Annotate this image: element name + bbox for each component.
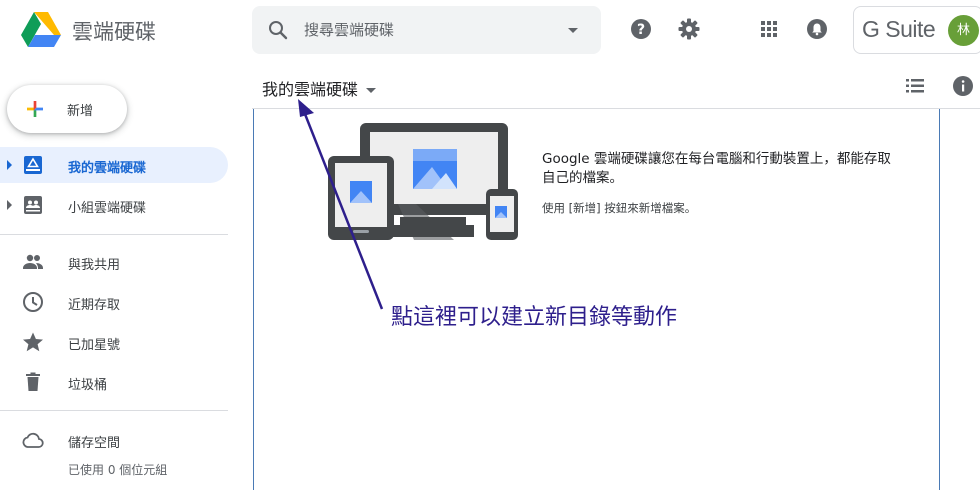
empty-state-message: Google 雲端硬碟讓您在每台電腦和行動裝置上，都能存取自己的檔案。 [542,151,891,186]
trash-icon [21,370,45,394]
shared-people-icon [21,250,45,274]
clock-icon [21,290,45,314]
sidebar-item-label: 垃圾桶 [68,378,108,393]
sidebar-item-my-drive[interactable]: 我的雲端硬碟 [0,147,228,183]
notifications-bell-icon[interactable] [805,17,829,41]
settings-gear-icon[interactable] [677,17,701,41]
search-icon[interactable] [266,18,290,46]
sidebar-item-trash[interactable]: 垃圾桶 [0,364,228,400]
app-title: 雲端硬碟 [72,20,156,44]
sidebar-item-team-drives[interactable]: 小組雲端硬碟 [0,187,228,223]
svg-text:?: ? [637,22,645,38]
avatar[interactable]: 林 [948,15,979,46]
sidebar-item-label: 儲存空間 [68,436,121,451]
list-view-icon[interactable] [903,74,927,98]
search-bar[interactable] [252,6,601,54]
info-icon[interactable] [951,74,975,98]
drive-logo-icon[interactable] [21,12,61,52]
star-icon [21,330,45,354]
plus-icon [23,97,47,125]
gsuite-account-chip[interactable]: G Suite 林 [853,6,980,54]
sidebar-item-starred[interactable]: 已加星號 [0,324,228,360]
cloud-icon [21,428,45,452]
chevron-down-icon [366,88,377,93]
gsuite-label: G Suite [862,16,936,42]
sidebar-item-shared-with-me[interactable]: 與我共用 [0,244,228,280]
sidebar-divider [0,234,228,235]
sidebar-item-recent[interactable]: 近期存取 [0,284,228,320]
help-icon[interactable]: ? [629,17,653,41]
sidebar-item-label: 小組雲端硬碟 [68,201,147,216]
storage-usage-text: 已使用 0 個位元組 [68,463,168,477]
new-button-label: 新增 [67,104,94,119]
top-bar: 雲端硬碟 ? [0,0,980,64]
sidebar-divider [0,410,228,411]
my-drive-icon [21,153,45,177]
annotation-text: 點這裡可以建立新目錄等動作 [391,305,678,330]
sidebar-item-label: 與我共用 [68,258,121,273]
sidebar-item-label: 我的雲端硬碟 [68,161,147,176]
apps-grid-icon[interactable] [757,17,781,41]
empty-state-hint: 使用 [新增] 按鈕來新增檔案。 [542,201,697,215]
search-options-dropdown-icon[interactable] [568,28,578,33]
sidebar-item-storage[interactable]: 儲存空間 [0,422,228,458]
team-drive-icon [21,193,45,217]
search-input[interactable] [304,18,554,42]
expand-arrow-icon[interactable] [7,160,12,170]
new-button[interactable]: 新增 [7,85,127,133]
sidebar-item-label: 已加星號 [68,338,121,353]
sidebar-item-label: 近期存取 [68,298,121,313]
expand-arrow-icon[interactable] [7,200,12,210]
annotation-arrow-icon [290,95,390,315]
